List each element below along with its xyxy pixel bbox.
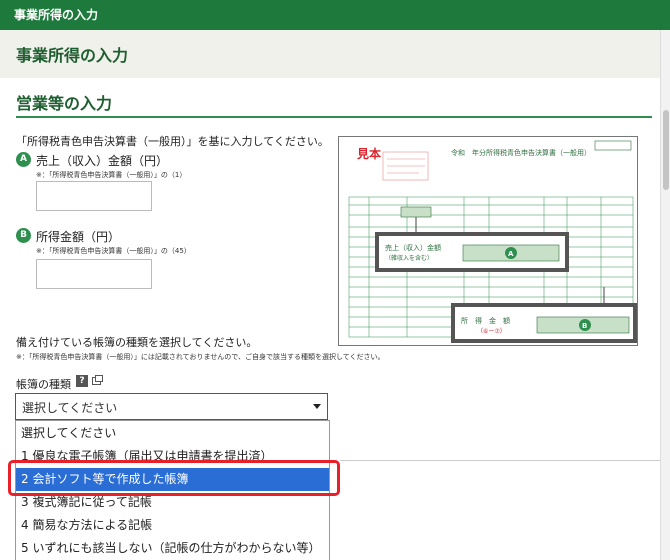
chevron-down-icon [313, 404, 321, 409]
sales-amount-label: 売上（収入）金額（円） [36, 154, 169, 168]
top-bar-title: 事業所得の入力 [14, 8, 99, 22]
instruction-text: 「所得税青色申告決算書（一般用）」を基に入力してください。 [16, 135, 329, 148]
scrollbar-thumb[interactable] [663, 110, 669, 190]
dropdown-option[interactable]: 5 いずれにも該当しない（記帳の仕方がわからない等） [16, 537, 329, 560]
sample-stamp: 見本 [356, 146, 381, 161]
callout-b-badge: B [582, 322, 587, 330]
page-scrollbar[interactable] [660, 30, 670, 560]
sales-amount-input[interactable] [36, 181, 152, 211]
bookkeeping-type-label: 帳簿の種類 [16, 378, 71, 391]
select-current-value: 選択してください [22, 401, 118, 415]
dropdown-option[interactable]: 選択してください [16, 422, 329, 445]
highlight-annotation [8, 460, 340, 496]
content-divider [340, 460, 660, 461]
income-amount-input[interactable] [36, 259, 152, 289]
callout-a-badge: A [508, 250, 514, 258]
callout-b-label: 所 得 金 額 [461, 316, 510, 325]
popup-window-icon[interactable] [92, 375, 103, 385]
page-title: 事業所得の入力 [16, 46, 129, 65]
sample-form-image: 見本 令和 年分所得税青色申告決算書（一般用） 売上（収入）金額 （雑収入を含む… [338, 136, 638, 346]
income-amount-label: 所得金額（円） [36, 230, 121, 244]
dropdown-option[interactable]: 4 簡易な方法による記帳 [16, 514, 329, 537]
badge-a-icon: A [16, 152, 31, 167]
callout-a-label: 売上（収入）金額 [385, 243, 441, 252]
sales-amount-note: ※：「所得税青色申告決算書（一般用）」の（1） [36, 171, 187, 179]
section-divider [16, 116, 652, 118]
sample-form-illustration: 見本 令和 年分所得税青色申告決算書（一般用） 売上（収入）金額 （雑収入を含む… [348, 140, 637, 343]
bookkeeping-note: ※：「所得税青色申告決算書（一般用）」には記載されておりませんので、ご自身で該当… [16, 353, 385, 361]
page-header: 事業所得の入力 [0, 30, 660, 78]
section-title: 営業等の入力 [16, 94, 113, 113]
income-amount-note: ※：「所得税青色申告決算書（一般用）」の（45） [36, 247, 191, 255]
bookkeeping-type-select[interactable]: 選択してください [15, 393, 328, 420]
badge-b-icon: B [16, 228, 31, 243]
bookkeeping-question: 備え付けている帳簿の種類を選択してください。 [16, 336, 258, 349]
top-bar: 事業所得の入力 [0, 0, 670, 30]
callout-a-sublabel: （雑収入を含む） [385, 254, 433, 262]
callout-b-sublabel: （⑥ー⑦） [477, 328, 506, 335]
sample-form-header: 令和 年分所得税青色申告決算書（一般用） [451, 148, 591, 157]
help-icon[interactable]: ? [76, 375, 88, 387]
